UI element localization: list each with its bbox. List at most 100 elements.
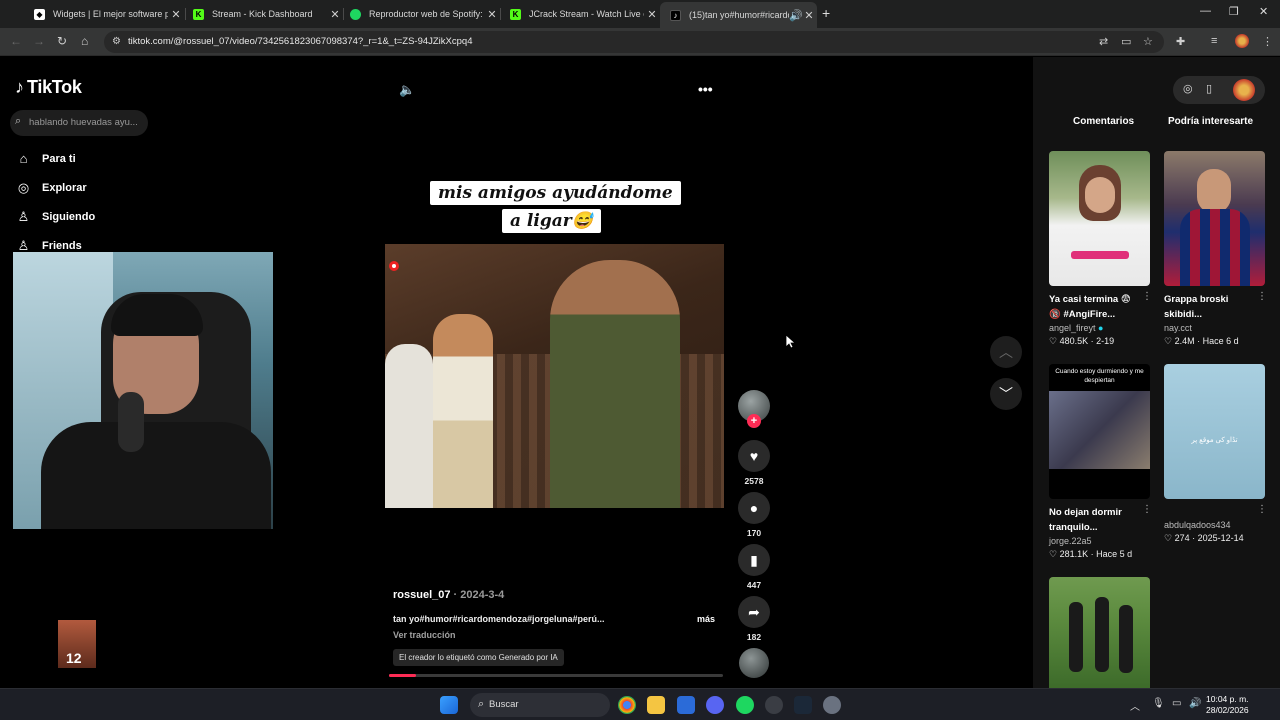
reload-button[interactable]: ↻ xyxy=(57,34,67,48)
close-tab-icon[interactable]: ✕ xyxy=(484,8,500,21)
recommended-video-card[interactable]: Ya casi termina 😨 🔞 #AngiFire... angel_f… xyxy=(1049,151,1152,347)
taskbar-search[interactable]: ⌕ Buscar xyxy=(470,693,610,717)
search-icon: ⌕ xyxy=(478,698,485,710)
sidebar-item-explorar[interactable]: ◎ Explorar xyxy=(15,180,87,196)
card-menu-icon[interactable]: ⋮ xyxy=(1142,504,1152,515)
kick-favicon-icon: K xyxy=(510,8,521,20)
tiktok-logo[interactable]: ♪ TikTok xyxy=(15,77,82,98)
bookmark-icon[interactable]: ▮ xyxy=(738,544,770,576)
sidebar-item-siguiendo[interactable]: ♙ Siguiendo xyxy=(15,209,96,225)
see-translation-link[interactable]: Ver traducción xyxy=(393,630,456,640)
volume-icon[interactable]: 🔈 xyxy=(399,82,415,98)
explore-icon[interactable]: ◎ xyxy=(1183,82,1193,95)
recommended-video-card[interactable]: Cuando estoy durmiendo y me despiertan N… xyxy=(1049,364,1152,560)
microphone-icon[interactable]: 🎙 xyxy=(1152,698,1165,709)
tab-tiktok-active[interactable]: ♪ (15)tan yo#humor#ricardom 🔊 ✕ xyxy=(660,2,817,28)
video-thumbnail[interactable] xyxy=(1049,577,1150,688)
back-button[interactable]: ← xyxy=(10,34,22,48)
steam-icon[interactable] xyxy=(794,696,812,714)
sidebar-item-para-ti[interactable]: ⌂ Para ti xyxy=(15,151,76,166)
volume-tray-icon[interactable]: 🔊 xyxy=(1189,698,1201,709)
audio-playing-icon[interactable]: 🔊 xyxy=(789,9,803,22)
more-options-icon[interactable]: ••• xyxy=(698,81,713,97)
stream-sticker: 12 xyxy=(58,620,96,668)
browser-menu-icon[interactable]: ⋮ xyxy=(1262,35,1273,48)
restore-button[interactable]: ❐ xyxy=(1229,5,1239,18)
cast-icon[interactable]: ▭ xyxy=(1121,35,1131,48)
tab-podria-interesarte[interactable]: Podría interesarte xyxy=(1168,116,1253,127)
site-info-icon[interactable]: ⚙ xyxy=(112,36,121,47)
video-player[interactable] xyxy=(385,244,724,508)
music-disc-icon[interactable] xyxy=(739,648,769,678)
heart-outline-icon: ♡ xyxy=(1049,336,1058,346)
comment-action[interactable]: ● 170 xyxy=(738,492,770,538)
save-action[interactable]: ▮ 447 xyxy=(738,544,770,590)
heart-outline-icon: ♡ xyxy=(1049,549,1058,559)
browser-profile-avatar[interactable] xyxy=(1235,34,1249,48)
discord-icon[interactable] xyxy=(706,696,724,714)
user-avatar[interactable] xyxy=(1233,79,1255,101)
chrome-icon[interactable] xyxy=(618,696,636,714)
video-thumbnail[interactable]: Cuando estoy durmiendo y me despiertan xyxy=(1049,364,1150,499)
tab-widgets[interactable]: ◆ Widgets | El mejor software para ✕ xyxy=(24,3,184,25)
share-action[interactable]: ➦ 182 xyxy=(738,596,770,642)
recommended-video-card[interactable] xyxy=(1049,577,1150,688)
video-thumbnail[interactable]: تڈاو کی موقع پر xyxy=(1164,364,1265,499)
tab-kick-dashboard[interactable]: K Stream - Kick Dashboard ✕ xyxy=(183,3,343,25)
translate-icon[interactable]: ⇄ xyxy=(1099,35,1108,48)
video-thumbnail[interactable] xyxy=(1164,151,1265,286)
close-window-button[interactable]: ✕ xyxy=(1259,5,1268,18)
tab-spotify[interactable]: Reproductor web de Spotify: m ✕ xyxy=(340,3,500,25)
recommended-video-card[interactable]: تڈاو کی موقع پر abdulqadoos434 ♡ 274 · 2… xyxy=(1164,364,1267,544)
comment-icon[interactable]: ● xyxy=(738,492,770,524)
tray-chevron-icon[interactable]: ︿ xyxy=(1130,698,1140,713)
card-menu-icon[interactable]: ⋮ xyxy=(1257,291,1267,302)
right-tools: ◎ ▯ xyxy=(1173,76,1265,104)
forward-button[interactable]: → xyxy=(33,34,45,48)
app-icon[interactable] xyxy=(765,696,783,714)
video-thumbnail[interactable] xyxy=(1049,151,1150,286)
more-button[interactable]: más xyxy=(697,614,715,624)
save-count: 447 xyxy=(746,580,762,590)
address-bar[interactable]: ⚙ tiktok.com/@rossuel_07/video/734256182… xyxy=(104,31,1164,53)
device-icon[interactable]: ▯ xyxy=(1206,82,1212,95)
tab-comentarios[interactable]: Comentarios xyxy=(1073,116,1134,127)
bookmark-star-icon[interactable]: ☆ xyxy=(1143,35,1153,48)
recommended-video-card[interactable]: Grappa broski skibidi... nay.cct ♡ 2.4M … xyxy=(1164,151,1267,347)
network-icon[interactable]: ▭ xyxy=(1172,698,1181,709)
like-count: 2578 xyxy=(744,476,764,486)
search-input[interactable]: ⌕ hablando huevadas ayu... xyxy=(10,110,148,136)
tiktok-page: ♪ TikTok ⌕ hablando huevadas ayu... ⌂ Pa… xyxy=(0,57,1280,688)
previous-video-button[interactable]: ︿ xyxy=(990,336,1022,368)
new-tab-button[interactable]: + xyxy=(822,5,830,21)
video-author[interactable]: rossuel_07 · 2024-3-4 xyxy=(393,589,504,601)
video-description: tan yo#humor#ricardomendoza#jorgeluna#pe… xyxy=(393,614,605,624)
card-menu-icon[interactable]: ⋮ xyxy=(1142,291,1152,302)
close-tab-icon[interactable]: ✕ xyxy=(168,8,184,21)
close-tab-icon[interactable]: ✕ xyxy=(644,8,660,21)
minimize-button[interactable]: — xyxy=(1200,5,1211,17)
system-clock[interactable]: 10:04 p. m. 28/02/2026 xyxy=(1206,694,1249,716)
file-explorer-icon[interactable] xyxy=(647,696,665,714)
heart-icon[interactable]: ♥ xyxy=(738,440,770,472)
video-progress-bar[interactable] xyxy=(389,674,723,677)
home-button[interactable]: ⌂ xyxy=(81,34,88,48)
settings-icon[interactable] xyxy=(823,696,841,714)
store-icon[interactable] xyxy=(677,696,695,714)
tab-jcrack-stream[interactable]: K JCrack Stream - Watch Live on K ✕ xyxy=(500,3,660,25)
windows-start-icon[interactable] xyxy=(440,696,458,714)
like-action[interactable]: ♥ 2578 xyxy=(738,440,770,486)
spotify-icon[interactable] xyxy=(736,696,754,714)
media-control-icon[interactable]: ≡ xyxy=(1211,35,1217,47)
url-text[interactable]: tiktok.com/@rossuel_07/video/73425618230… xyxy=(128,36,472,47)
spotify-favicon-icon xyxy=(350,8,361,20)
kick-favicon-icon: K xyxy=(193,8,204,20)
extensions-icon[interactable]: ✚ xyxy=(1176,35,1185,48)
comment-count: 170 xyxy=(746,528,762,538)
close-tab-icon[interactable]: ✕ xyxy=(801,9,817,22)
search-icon: ⌕ xyxy=(15,115,22,127)
share-icon[interactable]: ➦ xyxy=(738,596,770,628)
follow-button[interactable]: + xyxy=(747,414,761,428)
next-video-button[interactable]: ﹀ xyxy=(990,378,1022,410)
card-menu-icon[interactable]: ⋮ xyxy=(1257,504,1267,515)
